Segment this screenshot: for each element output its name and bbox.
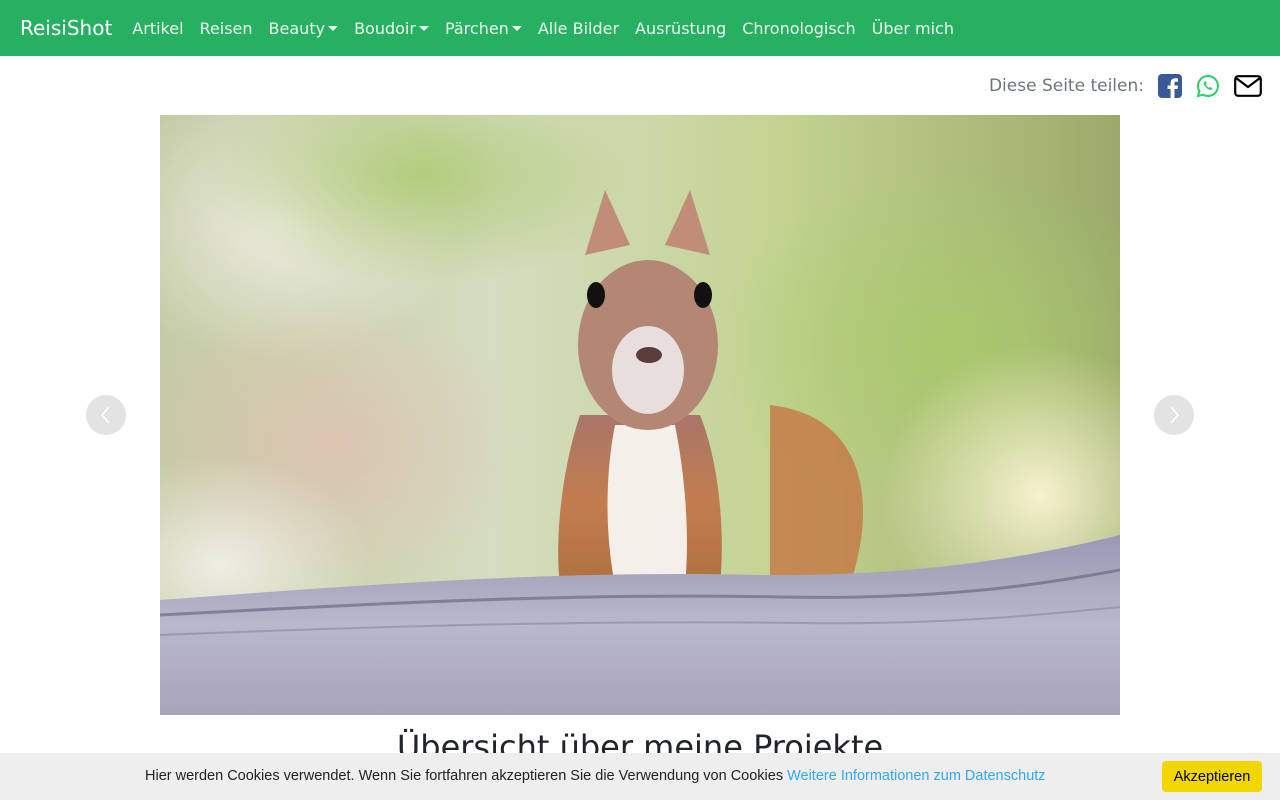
nav-item-label: Über mich — [871, 18, 954, 38]
carousel-next-button[interactable] — [1154, 395, 1194, 435]
nav-item-ueber-mich[interactable]: Über mich — [864, 0, 962, 56]
nav-item-label: Beauty — [268, 18, 326, 38]
brand-logo[interactable]: ReisiShot — [20, 16, 112, 40]
accept-cookies-button[interactable]: Akzeptieren — [1162, 761, 1262, 792]
nav-item-label: Alle Bilder — [537, 18, 620, 38]
chevron-right-icon — [1170, 406, 1179, 424]
nav-item-beauty[interactable]: Beauty — [261, 0, 347, 56]
nav-item-label: Pärchen — [444, 18, 509, 38]
nav-item-paerchen[interactable]: Pärchen — [437, 0, 530, 56]
squirrel-photo — [160, 115, 1120, 715]
cookie-message: Hier werden Cookies verwendet. Wenn Sie … — [145, 768, 1046, 784]
privacy-link[interactable]: Weitere Informationen zum Datenschutz — [787, 768, 1045, 784]
navbar: ReisiShot Artikel Reisen Beauty Boudoir … — [0, 0, 1280, 56]
nav-item-chronologisch[interactable]: Chronologisch — [734, 0, 863, 56]
nav-item-label: Reisen — [199, 18, 253, 38]
email-icon[interactable] — [1234, 75, 1262, 97]
facebook-icon[interactable] — [1158, 74, 1182, 98]
carousel-prev-button[interactable] — [86, 395, 126, 435]
share-bar: Diese Seite teilen: — [989, 72, 1262, 100]
chevron-left-icon — [101, 406, 110, 424]
nav-item-label: Chronologisch — [742, 18, 856, 38]
nav-item-alle-bilder[interactable]: Alle Bilder — [530, 0, 627, 56]
cookie-text: Hier werden Cookies verwendet. Wenn Sie … — [145, 768, 784, 784]
nav-item-label: Boudoir — [354, 18, 416, 38]
nav-item-label: Ausrüstung — [635, 18, 727, 38]
nav-item-boudoir[interactable]: Boudoir — [346, 0, 437, 56]
cookie-banner: Hier werden Cookies verwendet. Wenn Sie … — [0, 753, 1280, 800]
caret-down-icon — [511, 25, 522, 31]
share-label: Diese Seite teilen: — [988, 76, 1144, 96]
nav-item-ausruestung[interactable]: Ausrüstung — [627, 0, 734, 56]
whatsapp-icon[interactable] — [1196, 74, 1220, 98]
nav-item-label: Artikel — [132, 18, 184, 38]
carousel — [160, 115, 1120, 715]
nav-item-artikel[interactable]: Artikel — [124, 0, 191, 56]
caret-down-icon — [418, 25, 429, 31]
caret-down-icon — [328, 25, 339, 31]
nav-item-reisen[interactable]: Reisen — [192, 0, 261, 56]
